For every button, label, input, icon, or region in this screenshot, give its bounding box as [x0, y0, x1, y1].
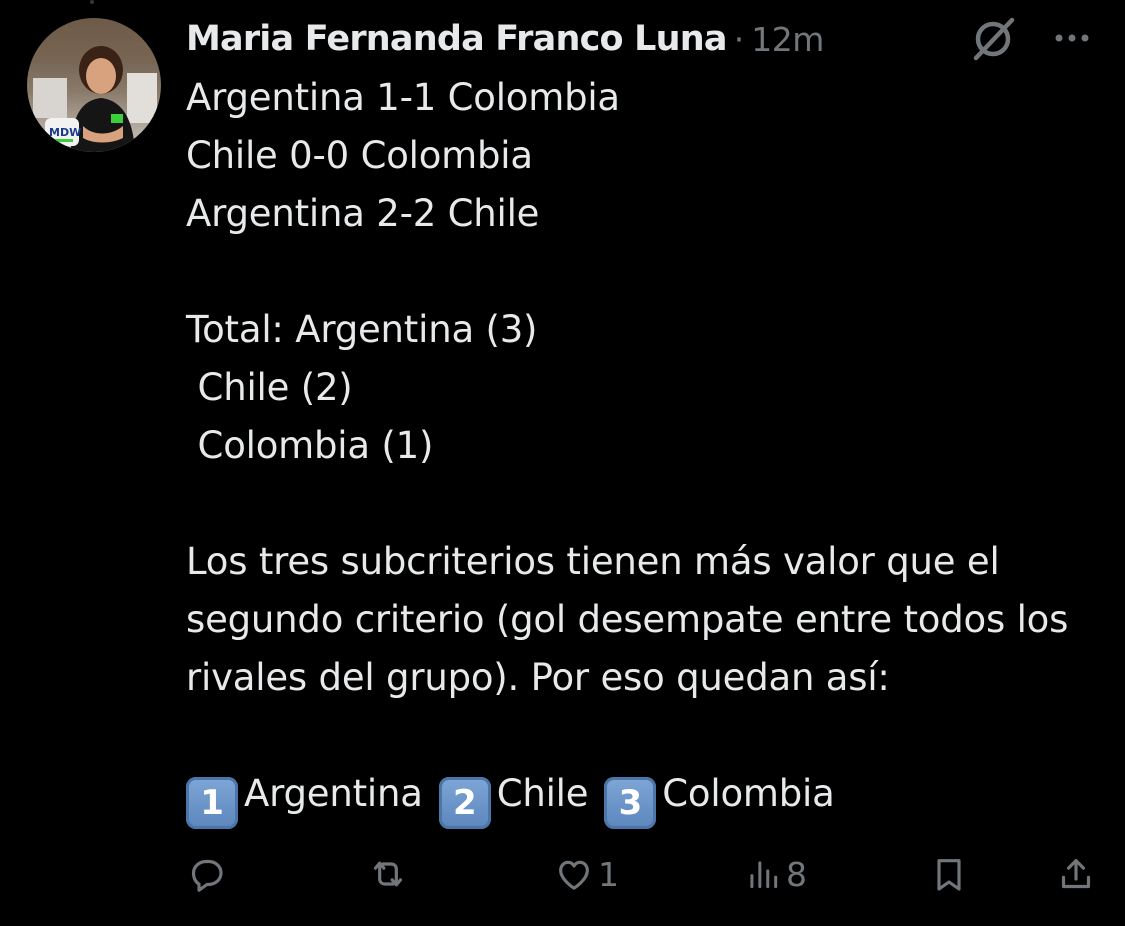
- views-button[interactable]: 8: [744, 846, 807, 902]
- author-avatar[interactable]: MDW: [27, 18, 161, 152]
- separator-dot: ·: [733, 19, 745, 59]
- ranking-team: Colombia: [662, 772, 835, 815]
- svg-text:MDW: MDW: [49, 126, 81, 139]
- grok-icon[interactable]: [966, 14, 1020, 64]
- ranking-team: Chile: [496, 772, 589, 815]
- score-line: Argentina 1-1 Colombia: [186, 76, 620, 119]
- keycap-2-icon: 2: [438, 777, 491, 829]
- total-line: Colombia (1): [186, 424, 434, 467]
- keycap-1-icon: 1: [186, 777, 238, 829]
- share-icon: [1061, 859, 1091, 889]
- repost-icon: [373, 861, 403, 887]
- score-line: Chile 0-0 Colombia: [186, 134, 533, 177]
- repost-button[interactable]: [367, 846, 413, 902]
- author-name[interactable]: Maria Fernanda Franco Luna: [186, 19, 728, 59]
- share-button[interactable]: [1056, 846, 1096, 902]
- explanation-paragraph: Los tres subcriterios tienen más valor q…: [186, 540, 1069, 699]
- like-count: 1: [598, 854, 619, 894]
- post-timestamp[interactable]: 12m: [751, 20, 824, 59]
- keycap-3-icon: 3: [604, 777, 657, 829]
- post-header: Maria Fernanda Franco Luna · 12m: [186, 14, 824, 64]
- ranking-line: 1 Argentina 2 Chile 3 Colombia: [186, 765, 1091, 829]
- total-line: Chile (2): [186, 366, 353, 409]
- bookmark-icon: [937, 859, 961, 891]
- views-count: 8: [786, 854, 807, 894]
- action-bar: 1 8: [186, 846, 1098, 902]
- views-icon: [750, 861, 778, 889]
- total-line: Total: Argentina (3): [186, 308, 538, 351]
- score-line: Argentina 2-2 Chile: [186, 192, 540, 235]
- ranking-team: Argentina: [244, 772, 423, 815]
- reply-icon: [191, 859, 223, 892]
- heart-icon: [559, 860, 589, 890]
- more-icon[interactable]: [1046, 20, 1096, 56]
- like-button[interactable]: 1: [554, 846, 619, 902]
- thread-connector: [90, 0, 94, 4]
- post-text: Argentina 1-1 Colombia Chile 0-0 Colombi…: [186, 69, 1091, 829]
- profile-photo-icon: MDW: [27, 18, 161, 152]
- bookmark-button[interactable]: [929, 846, 969, 902]
- reply-button[interactable]: [186, 846, 230, 902]
